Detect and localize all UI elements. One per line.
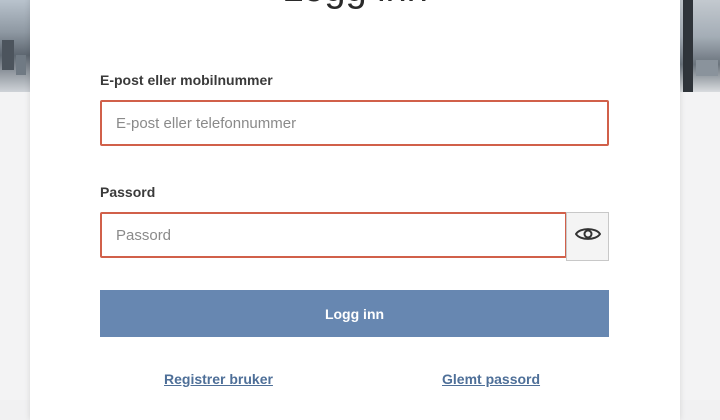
background-left <box>0 0 30 400</box>
background-right <box>680 0 720 400</box>
background-photo-right <box>680 0 720 92</box>
show-password-button[interactable] <box>566 212 609 261</box>
background-photo-left <box>0 0 30 92</box>
password-label: Passord <box>100 184 156 200</box>
email-label: E-post eller mobilnummer <box>100 72 273 88</box>
password-field[interactable] <box>100 212 567 258</box>
page-title: Logg inn <box>30 0 680 11</box>
login-button[interactable]: Logg inn <box>100 290 609 337</box>
eye-icon <box>574 226 601 247</box>
email-field[interactable] <box>100 100 609 146</box>
forgot-password-link[interactable]: Glemt passord <box>442 371 540 387</box>
register-link[interactable]: Registrer bruker <box>164 371 273 387</box>
login-card: Logg inn E-post eller mobilnummer Passor… <box>30 0 680 420</box>
